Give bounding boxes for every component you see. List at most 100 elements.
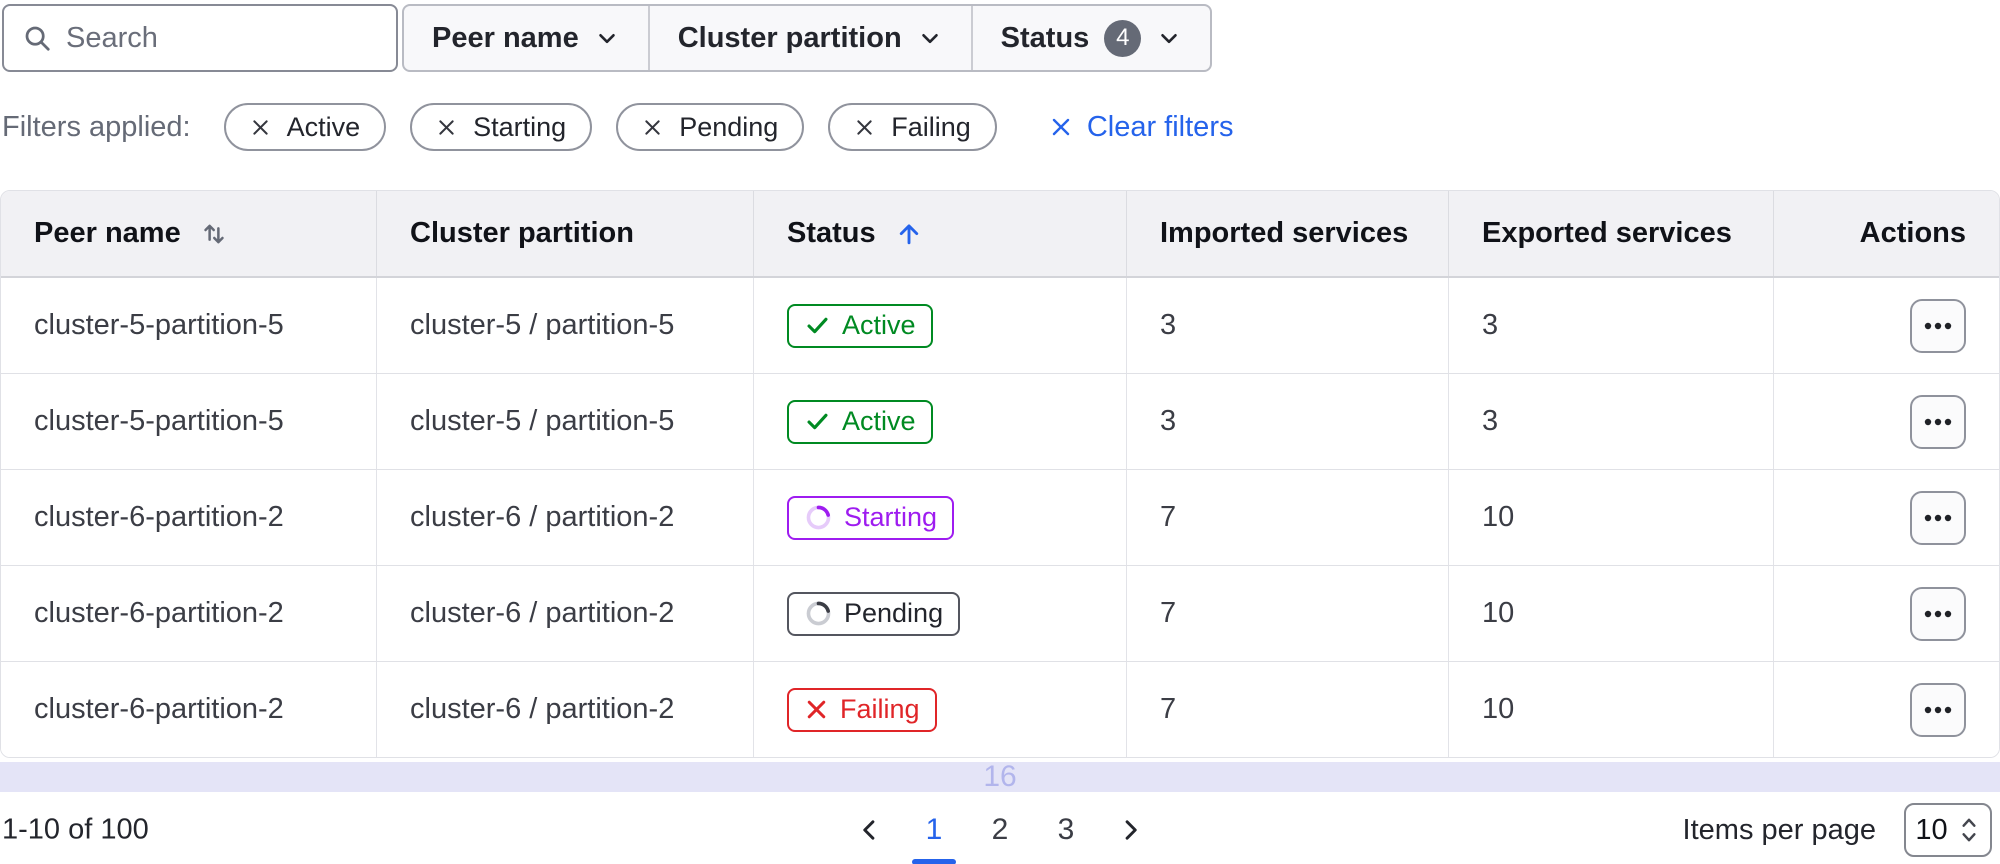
chip-label: Active xyxy=(286,111,361,142)
table-row: cluster-6-partition-2 cluster-6 / partit… xyxy=(1,566,1999,662)
cell-cluster-partition: cluster-5 / partition-5 xyxy=(377,374,754,469)
column-header-cluster-partition: Cluster partition xyxy=(377,191,754,276)
pagination-page-2[interactable]: 2 xyxy=(980,809,1020,851)
cell-cluster-partition: cluster-6 / partition-2 xyxy=(377,470,754,565)
status-badge: Active xyxy=(787,303,933,348)
table-row: cluster-6-partition-2 cluster-6 / partit… xyxy=(1,662,1999,757)
cell-exported-services: 3 xyxy=(1449,278,1774,373)
row-actions-button[interactable] xyxy=(1910,490,1966,545)
sort-ascending-icon xyxy=(894,219,924,249)
pagination-pages: 123 xyxy=(914,809,1086,851)
check-icon xyxy=(804,312,831,339)
filter-toolbar: Peer name Cluster partition Status 4 xyxy=(2,4,1213,72)
sort-both-icon xyxy=(199,219,229,249)
filter-chip-active[interactable]: Active xyxy=(223,103,387,151)
cell-actions xyxy=(1774,662,1999,757)
ellipsis-icon xyxy=(1921,319,1955,333)
status-badge-label: Starting xyxy=(844,502,938,532)
filters-applied-bar: Filters applied: Active Starting Pending xyxy=(2,103,1233,151)
results-range-label: 1-10 of 100 xyxy=(2,813,149,846)
filter-chip-pending[interactable]: Pending xyxy=(616,103,805,151)
cell-imported-services: 3 xyxy=(1127,278,1449,373)
cell-exported-services: 10 xyxy=(1449,566,1774,661)
status-badge: Starting xyxy=(787,495,955,540)
spinner-icon xyxy=(804,503,833,532)
chevron-down-icon xyxy=(594,25,620,51)
row-actions-button[interactable] xyxy=(1910,298,1966,353)
overflow-row-label: 16 xyxy=(983,760,1017,793)
cell-peer-name: cluster-5-partition-5 xyxy=(1,374,377,469)
table-row: cluster-5-partition-5 cluster-5 / partit… xyxy=(1,374,1999,470)
chip-dismiss-x-icon[interactable] xyxy=(642,117,663,138)
filter-chip-failing[interactable]: Failing xyxy=(828,103,997,151)
cell-imported-services: 7 xyxy=(1127,662,1449,757)
filters-applied-label: Filters applied: xyxy=(2,110,191,143)
column-header-exported-services: Exported services xyxy=(1449,191,1774,276)
previous-page-button[interactable] xyxy=(852,812,888,848)
items-per-page-stepper[interactable]: 10 xyxy=(1904,803,1992,857)
clear-x-icon xyxy=(1049,115,1073,139)
status-badge: Failing xyxy=(787,687,937,732)
column-header-status[interactable]: Status xyxy=(754,191,1127,276)
cell-actions xyxy=(1774,278,1999,373)
dropdown-label: Cluster partition xyxy=(677,21,902,54)
cell-exported-services: 10 xyxy=(1449,470,1774,565)
cell-cluster-partition: cluster-5 / partition-5 xyxy=(377,278,754,373)
status-badge-label: Active xyxy=(842,310,916,340)
column-header-imported-services: Imported services xyxy=(1127,191,1449,276)
items-per-page: Items per page 10 xyxy=(1683,803,1992,857)
next-page-button[interactable] xyxy=(1112,812,1148,848)
dropdown-label: Status xyxy=(1000,21,1090,54)
chip-dismiss-x-icon[interactable] xyxy=(854,117,875,138)
pagination-page-3[interactable]: 3 xyxy=(1046,809,1086,851)
chevron-down-icon xyxy=(1156,25,1182,51)
chip-dismiss-x-icon[interactable] xyxy=(250,117,271,138)
pagination-page-1[interactable]: 1 xyxy=(914,809,954,851)
clear-filters-button[interactable]: Clear filters xyxy=(1049,110,1234,144)
stepper-chevrons-icon xyxy=(1957,815,1981,845)
column-header-peer-name[interactable]: Peer name xyxy=(1,191,377,276)
cell-peer-name: cluster-6-partition-2 xyxy=(1,470,377,565)
items-per-page-label: Items per page xyxy=(1682,813,1876,846)
filter-dropdown-status[interactable]: Status 4 xyxy=(970,6,1211,70)
cell-actions xyxy=(1774,566,1999,661)
x-icon xyxy=(804,697,829,722)
cell-status: Active xyxy=(754,278,1127,373)
filter-dropdown-peer-name[interactable]: Peer name xyxy=(404,6,648,70)
row-actions-button[interactable] xyxy=(1910,586,1966,641)
status-badge: Active xyxy=(787,399,933,444)
chip-dismiss-x-icon[interactable] xyxy=(436,117,457,138)
cell-cluster-partition: cluster-6 / partition-2 xyxy=(377,662,754,757)
table-row: cluster-6-partition-2 cluster-6 / partit… xyxy=(1,470,1999,566)
table-body: cluster-5-partition-5 cluster-5 / partit… xyxy=(1,278,1999,757)
ellipsis-icon xyxy=(1921,703,1955,717)
cell-actions xyxy=(1774,470,1999,565)
pagination-bar: 1-10 of 100 123 Items per page 10 xyxy=(0,800,2000,860)
clear-filters-label: Clear filters xyxy=(1086,110,1234,143)
ellipsis-icon xyxy=(1921,511,1955,525)
count-badge: 4 xyxy=(1104,19,1142,57)
status-badge-label: Active xyxy=(842,406,916,436)
search-box[interactable] xyxy=(2,4,443,72)
chip-label: Pending xyxy=(679,111,779,142)
cell-peer-name: cluster-6-partition-2 xyxy=(1,662,377,757)
cell-peer-name: cluster-6-partition-2 xyxy=(1,566,377,661)
search-input[interactable] xyxy=(66,21,443,55)
filter-chip-starting[interactable]: Starting xyxy=(410,103,593,151)
table-header-row: Peer name Cluster partition Status Impor… xyxy=(1,191,1999,278)
row-actions-button[interactable] xyxy=(1910,394,1966,449)
dropdown-label: Peer name xyxy=(432,21,579,54)
cell-imported-services: 7 xyxy=(1127,470,1449,565)
pager: 123 xyxy=(852,809,1148,851)
ellipsis-icon xyxy=(1921,607,1955,621)
cell-exported-services: 10 xyxy=(1449,662,1774,757)
chip-label: Starting xyxy=(473,111,567,142)
cell-status: Active xyxy=(754,374,1127,469)
cell-status: Failing xyxy=(754,662,1127,757)
filter-dropdown-cluster-partition[interactable]: Cluster partition xyxy=(647,6,971,70)
items-per-page-value: 10 xyxy=(1915,813,1948,846)
cell-actions xyxy=(1774,374,1999,469)
column-header-actions: Actions xyxy=(1859,217,1966,249)
row-actions-button[interactable] xyxy=(1910,682,1966,737)
cell-exported-services: 3 xyxy=(1449,374,1774,469)
